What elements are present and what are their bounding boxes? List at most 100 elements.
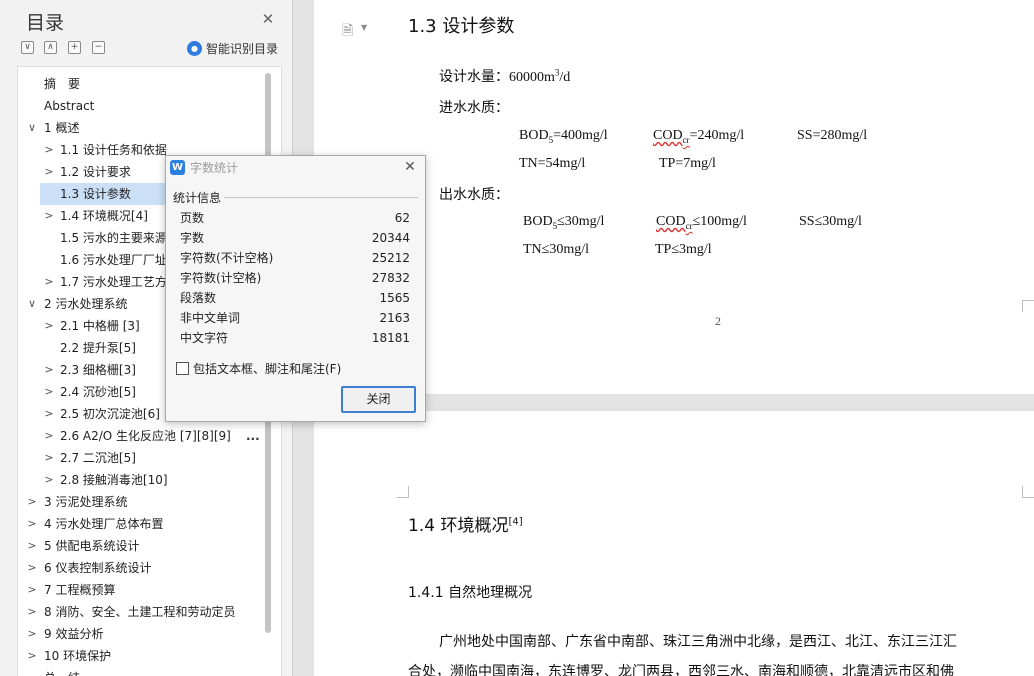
chevron-right-icon[interactable]: > (26, 513, 38, 535)
toc-item-label: 摘 要 (44, 77, 81, 91)
section-heading: 1.3 设计参数 (408, 16, 515, 37)
toc-item[interactable]: >2.7 二沉池[5] (18, 447, 266, 469)
stat-value: 20344 (371, 231, 410, 245)
toc-item-label: 8 消防、安全、土建工程和劳动定员 (44, 605, 236, 619)
include-textbox-checkbox[interactable] (176, 362, 189, 375)
toc-item-label: Abstract (44, 99, 95, 113)
outflow-cod: CODcr≤100mg/l (656, 214, 747, 231)
chevron-right-icon[interactable]: > (26, 491, 38, 513)
stat-row: 页数 62 (180, 208, 410, 228)
stats-group-label: 统计信息 (173, 189, 225, 206)
chevron-right-icon[interactable]: > (43, 469, 55, 491)
margin-mark (1022, 486, 1034, 498)
close-button[interactable]: 关闭 (341, 386, 416, 413)
inflow-label: 进水水质： (439, 100, 509, 116)
chevron-down-icon[interactable]: ∨ (26, 117, 38, 139)
design-flow-line: 设计水量：60000m3/d (439, 67, 571, 85)
toc-item[interactable]: >6 仪表控制系统设计 (18, 557, 266, 579)
outflow-label: 出水水质： (439, 187, 509, 203)
stat-label: 字符数(不计空格) (180, 251, 274, 265)
dialog-close-icon[interactable]: ✕ (402, 159, 418, 175)
toc-item-label: 2.5 初次沉淀池[6] (60, 407, 160, 421)
toc-item-label: 6 仪表控制系统设计 (44, 561, 152, 575)
inflow-bod: BOD5=400mg/l (519, 128, 608, 145)
toc-item-label: 10 环境保护 (44, 649, 112, 663)
stat-row: 字数 20344 (180, 228, 410, 248)
chevron-right-icon[interactable]: > (43, 447, 55, 469)
toc-close-icon[interactable]: ✕ (260, 11, 276, 27)
stat-row: 段落数 1565 (180, 288, 410, 308)
margin-mark (1022, 300, 1034, 312)
more-icon[interactable]: ... (246, 425, 260, 447)
toc-item[interactable]: >9 效益分析 (18, 623, 266, 645)
toc-item-label: 2.7 二沉池[5] (60, 451, 136, 465)
chevron-right-icon[interactable]: > (43, 271, 55, 293)
toc-item[interactable]: >5 供配电系统设计 (18, 535, 266, 557)
toc-item-label: 2.2 提升泵[5] (60, 341, 136, 355)
toc-item-label: 2.6 A2/O 生化反应池 [7][8][9] (60, 429, 231, 443)
chevron-right-icon[interactable]: > (26, 623, 38, 645)
toc-item[interactable]: >7 工程概预算 (18, 579, 266, 601)
stat-value: 2163 (379, 311, 410, 325)
outflow-ss: SS≤30mg/l (799, 214, 862, 229)
toc-item-label: 7 工程概预算 (44, 583, 116, 597)
document-icon[interactable]: 🗎 (342, 20, 353, 44)
inflow-tn: TN=54mg/l (519, 156, 586, 171)
smart-toc-icon: ● (187, 41, 202, 56)
expand-all-icon[interactable]: ∧ (44, 41, 57, 54)
inflow-tp: TP=7mg/l (659, 156, 716, 171)
stat-label: 字数 (180, 231, 205, 245)
include-textbox-label[interactable]: 包括文本框、脚注和尾注(F) (193, 360, 341, 377)
toc-item-label: 1.1 设计任务和依据 (60, 143, 167, 157)
chevron-right-icon[interactable]: > (26, 645, 38, 667)
chevron-right-icon[interactable]: > (26, 557, 38, 579)
toc-item-label: 1.7 污水处理工艺方 (60, 275, 167, 289)
collapse-all-icon[interactable]: ∨ (21, 41, 34, 54)
chevron-right-icon[interactable]: > (43, 359, 55, 381)
chevron-down-icon[interactable]: ∨ (26, 293, 38, 315)
chevron-right-icon[interactable]: > (43, 315, 55, 337)
remove-heading-icon[interactable]: − (92, 41, 105, 54)
outflow-bod: BOD5≤30mg/l (523, 214, 605, 231)
toc-item[interactable]: >2.6 A2/O 生化反应池 [7][8][9]... (18, 425, 266, 447)
toc-item-label: 2 污水处理系统 (44, 297, 128, 311)
toc-item-label: 总 结 (44, 667, 80, 676)
chevron-right-icon[interactable]: > (26, 535, 38, 557)
toc-item[interactable]: >2.8 接触消毒池[10] (18, 469, 266, 491)
margin-mark (397, 486, 409, 498)
toc-item-label: 1.5 污水的主要来源 (60, 231, 167, 245)
toc-item[interactable]: 总 结 (18, 667, 266, 676)
stat-value: 18181 (371, 331, 410, 345)
chevron-right-icon[interactable]: > (26, 579, 38, 601)
toc-item[interactable]: ∨ 1 概述 (18, 117, 266, 139)
word-count-dialog: W 字数统计 ✕ 统计信息 页数 62 字数 20344 字符数(不计空格) 25212 字… (165, 155, 426, 422)
add-heading-icon[interactable]: + (68, 41, 81, 54)
toc-item-label: 2.3 细格栅[3] (60, 363, 136, 377)
chevron-right-icon[interactable]: > (43, 161, 55, 183)
chevron-right-icon[interactable]: > (43, 403, 55, 425)
stat-row: 中文字符 18181 (180, 328, 410, 348)
stat-value: 62 (394, 211, 410, 225)
chevron-down-icon[interactable]: ▼ (361, 23, 367, 32)
toc-item[interactable]: Abstract (18, 95, 266, 117)
inflow-ss: SS=280mg/l (797, 128, 868, 143)
stat-value: 1565 (379, 291, 410, 305)
toc-item[interactable]: >4 污水处理厂总体布置 (18, 513, 266, 535)
page-number: 2 (715, 314, 721, 328)
toc-item[interactable]: >8 消防、安全、土建工程和劳动定员 (18, 601, 266, 623)
toc-item[interactable]: >10 环境保护 (18, 645, 266, 667)
outflow-tn: TN≤30mg/l (523, 242, 590, 257)
subsection-heading: 1.4.1 自然地理概况 (408, 585, 533, 601)
chevron-right-icon[interactable]: > (43, 139, 55, 161)
toc-item-label: 4 污水处理厂总体布置 (44, 517, 164, 531)
chevron-right-icon[interactable]: > (43, 425, 55, 447)
chevron-right-icon[interactable]: > (43, 381, 55, 403)
toc-item[interactable]: 摘 要 (18, 73, 266, 95)
inflow-cod: CODcr=240mg/l (653, 128, 745, 145)
toc-item[interactable]: >3 污泥处理系统 (18, 491, 266, 513)
toc-item-label: 2.8 接触消毒池[10] (60, 473, 168, 487)
toc-item-label: 1 概述 (44, 121, 80, 135)
chevron-right-icon[interactable]: > (26, 601, 38, 623)
smart-toc-button[interactable]: ● 智能识别目录 (187, 40, 278, 57)
chevron-right-icon[interactable]: > (43, 205, 55, 227)
